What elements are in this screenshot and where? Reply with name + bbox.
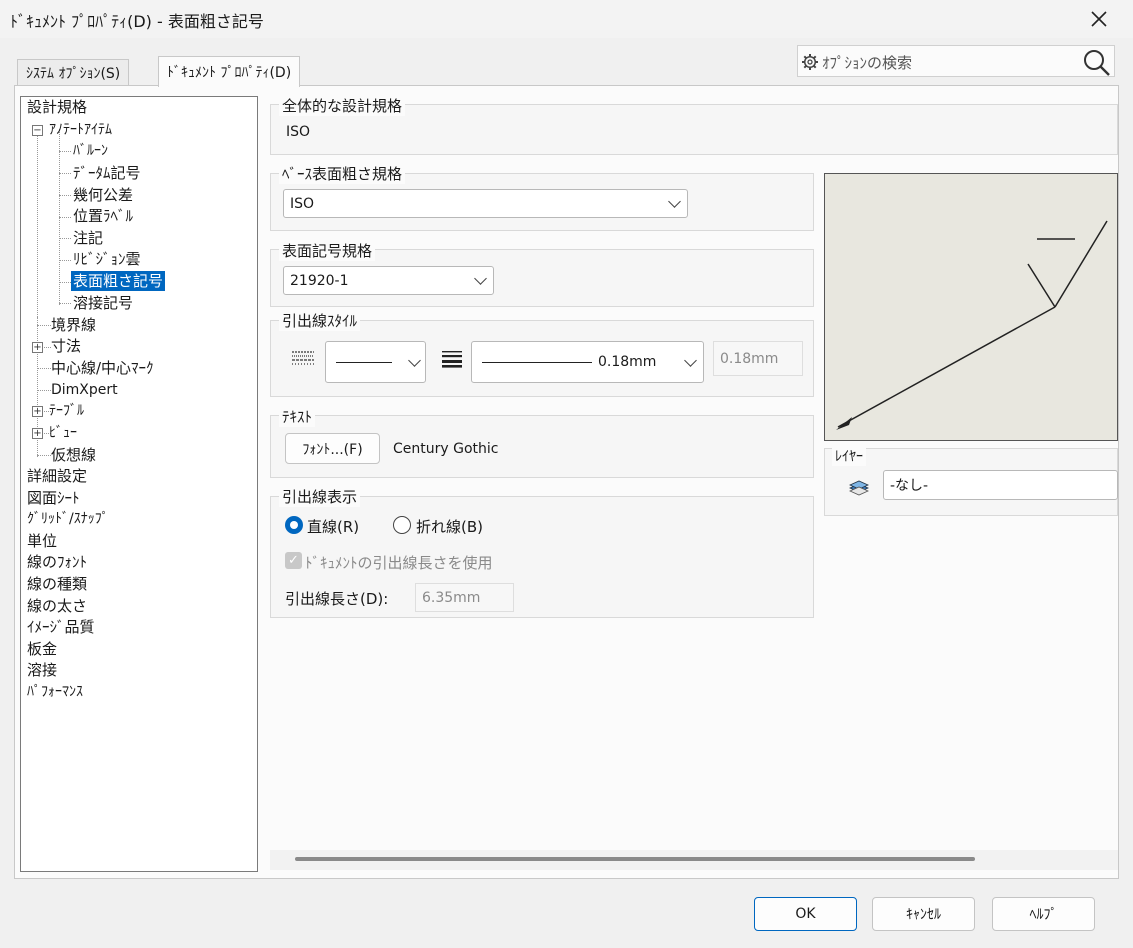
search-placeholder: ｵﾌﾟｼｮﾝの検索 [822,54,913,72]
font-button[interactable]: ﾌｫﾝﾄ...(F) [285,433,380,464]
tree-item-dimensions[interactable]: 寸法 [51,336,81,356]
chevron-down-icon [474,272,487,285]
close-button[interactable] [1080,4,1118,34]
tree-item-units[interactable]: 単位 [27,531,57,551]
tree-item-image-quality[interactable]: ｲﾒｰｼﾞ品質 [27,617,95,637]
tree-item-centerlines[interactable]: 中心線/中心ﾏｰｸ [51,358,154,378]
layer-label: ﾚｲﾔｰ [832,446,866,466]
tree-item-location-labels[interactable]: 位置ﾗﾍﾞﾙ [73,206,133,226]
tree-item-drawing-sheets[interactable]: 図面ｼｰﾄ [27,488,80,508]
search-icon[interactable] [1082,48,1112,78]
leader-length-field: 6.35mm [415,583,514,612]
leader-display-label: 引出線表示 [279,486,361,507]
tree-item-drafting-standard[interactable]: 設計規格 [27,97,87,117]
base-standard-label: ﾍﾞｰｽ表面粗さ規格 [279,163,406,184]
bent-radio-label[interactable]: 折れ線(B) [416,516,483,537]
tree-item-weld-symbols[interactable]: 溶接記号 [73,293,133,313]
scrollbar-thumb[interactable] [295,857,975,861]
line-style-select[interactable] [325,341,426,383]
chevron-down-icon [408,354,421,367]
expand-views-icon[interactable]: + [32,428,43,439]
tree-item-line-font[interactable]: 線のﾌｫﾝﾄ [27,552,87,572]
straight-radio[interactable] [285,516,303,534]
expand-dimensions-icon[interactable]: + [32,342,43,353]
custom-thickness-field: 0.18mm [713,341,803,376]
line-thickness-icon [442,351,462,368]
tree-item-gtol[interactable]: 幾何公差 [73,185,133,205]
tree-item-revision-clouds[interactable]: ﾘﾋﾞｼﾞｮﾝ雲 [73,249,141,269]
text-label: ﾃｷｽﾄ [279,406,316,427]
window-title: ﾄﾞｷｭﾒﾝﾄ ﾌﾟﾛﾊﾟﾃｨ(D) - 表面粗さ記号 [10,12,264,31]
ok-button[interactable]: OK [754,897,857,931]
chevron-down-icon [668,195,681,208]
base-standard-select[interactable]: ISO [283,189,688,218]
chevron-down-icon [684,354,697,367]
collapse-annotations-icon[interactable]: − [32,125,43,136]
tree-item-performance[interactable]: ﾊﾟﾌｫｰﾏﾝｽ [27,682,83,702]
leader-style-label: 引出線ｽﾀｲﾙ [279,310,361,331]
line-style-icon [292,351,314,365]
symbol-standard-value: 21920-1 [290,272,349,289]
cancel-button[interactable]: ｷｬﾝｾﾙ [872,897,975,931]
line-thickness-value: 0.18mm [598,354,657,370]
tree-item-tables[interactable]: ﾃｰﾌﾞﾙ [49,401,84,421]
expand-tables-icon[interactable]: + [32,406,43,417]
tree-item-annotations[interactable]: ｱﾉﾃｰﾄｱｲﾃﾑ [49,120,112,140]
font-name: Century Gothic [393,441,499,457]
straight-radio-label[interactable]: 直線(R) [307,516,359,537]
use-doc-length-checkbox: ✓ [285,552,302,569]
tree-item-views[interactable]: ﾋﾞｭｰ [49,423,77,443]
tree-item-dimxpert[interactable]: DimXpert [51,380,118,400]
tree-item-weldments[interactable]: 溶接 [27,660,57,680]
overall-standard-label: 全体的な設計規格 [279,95,406,116]
help-button[interactable]: ﾍﾙﾌﾟ [992,897,1095,931]
symbol-standard-label: 表面記号規格 [279,240,376,261]
tree-item-grid-snap[interactable]: ｸﾞﾘｯﾄﾞ/ｽﾅｯﾌﾟ [27,509,109,529]
tree-item-borders[interactable]: 境界線 [51,315,96,335]
bent-radio[interactable] [393,516,411,534]
thickness-line-icon [482,362,592,363]
options-tree[interactable]: − + + + 設計規格 ｱﾉﾃｰﾄｱｲﾃﾑ ﾊﾞﾙｰﾝ ﾃﾞｰﾀﾑ記号 幾何公… [20,96,258,872]
preview-pane [824,173,1118,441]
overall-standard-value: ISO [286,124,311,140]
gear-icon [802,54,818,70]
close-icon [1091,11,1107,27]
solid-line-icon [336,362,392,363]
tree-item-datums[interactable]: ﾃﾞｰﾀﾑ記号 [73,163,141,183]
leader-length-label: 引出線長さ(D): [285,590,389,608]
tree-item-line-style[interactable]: 線の種類 [27,574,87,594]
tree-item-surface-finish[interactable]: 表面粗さ記号 [71,271,166,291]
use-doc-length-label: ﾄﾞｷｭﾒﾝﾄの引出線長さを使用 [305,554,493,572]
symbol-standard-select[interactable]: 21920-1 [283,266,494,295]
line-thickness-select[interactable]: 0.18mm [471,341,704,383]
surface-finish-preview [836,220,1108,430]
layer-value: -なし- [890,478,929,494]
layers-icon [849,480,869,496]
tab-document-properties[interactable]: ﾄﾞｷｭﾒﾝﾄ ﾌﾟﾛﾊﾟﾃｨ(D) [158,56,301,87]
tree-item-detailing[interactable]: 詳細設定 [27,466,87,486]
tree-item-sheet-metal[interactable]: 板金 [27,639,57,659]
tree-item-line-thickness[interactable]: 線の太さ [27,596,87,616]
tree-item-virtual-sharps[interactable]: 仮想線 [51,445,96,465]
tree-item-notes[interactable]: 注記 [73,228,103,248]
tree-item-balloons[interactable]: ﾊﾞﾙｰﾝ [73,141,108,161]
layer-select[interactable]: -なし- [883,470,1118,500]
tab-system-options[interactable]: ｼｽﾃﾑ ｵﾌﾟｼｮﾝ(S) [17,59,130,86]
base-standard-value: ISO [290,195,315,212]
